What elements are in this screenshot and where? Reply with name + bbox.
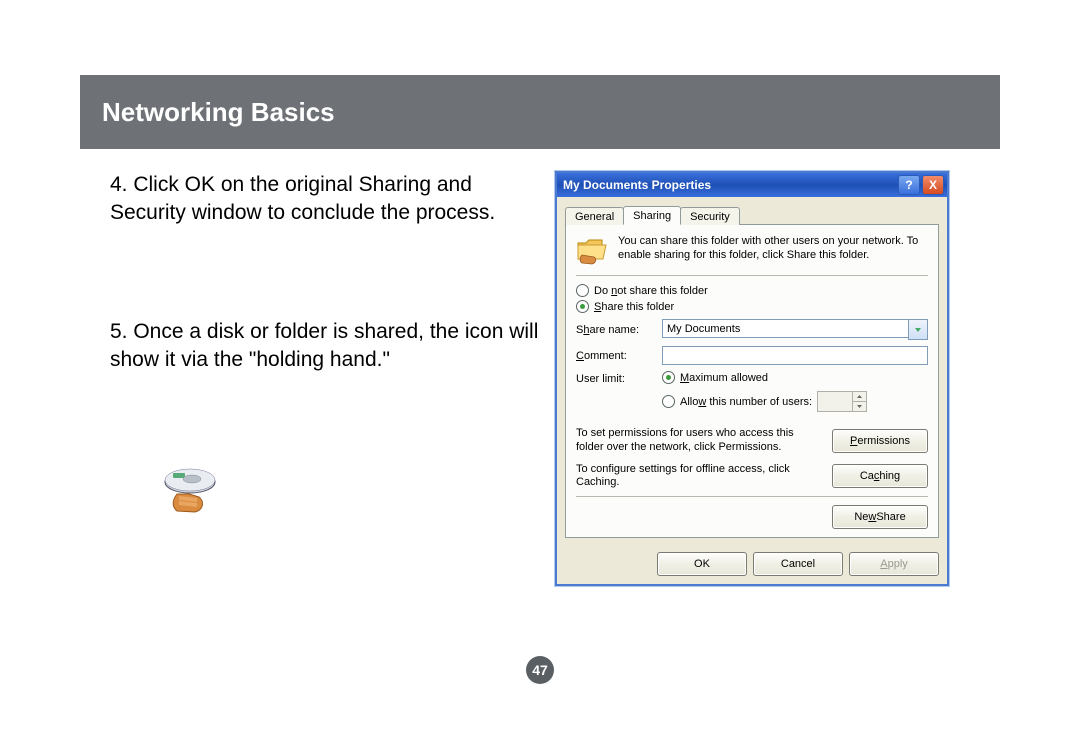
permissions-text: To set permissions for users who access … <box>576 427 822 455</box>
radio-label: Allow this number of users: <box>680 396 812 408</box>
spinner-value <box>818 392 852 411</box>
help-button[interactable]: ? <box>898 175 920 195</box>
radio-icon <box>576 300 589 313</box>
document-page: Networking Basics 4. Click OK on the ori… <box>0 0 1080 750</box>
dialog-titlebar[interactable]: My Documents Properties ? X <box>557 173 947 197</box>
close-icon: X <box>929 178 937 192</box>
tab-security[interactable]: Security <box>680 207 740 225</box>
comment-input[interactable] <box>662 346 928 365</box>
dialog-title: My Documents Properties <box>563 178 896 192</box>
ok-button[interactable]: OK <box>657 552 747 576</box>
radio-do-not-share[interactable]: Do not share this folder <box>576 284 928 297</box>
share-name-row: Share name: <box>576 319 928 340</box>
chevron-up-icon <box>856 394 863 399</box>
dropdown-button[interactable] <box>908 319 928 340</box>
comment-row: Comment: <box>576 346 928 365</box>
intro-row: You can share this folder with other use… <box>576 235 928 265</box>
radio-max-allowed[interactable]: Maximum allowed <box>662 371 928 384</box>
caching-text: To configure settings for offline access… <box>576 463 822 491</box>
radio-icon <box>662 395 675 408</box>
new-share-button[interactable]: New Share <box>832 505 928 529</box>
shared-folder-icon <box>576 235 610 265</box>
page-number-container: 47 <box>0 656 1080 684</box>
radio-allow-number[interactable]: Allow this number of users: <box>662 391 928 412</box>
permissions-row: To set permissions for users who access … <box>576 427 928 455</box>
sharing-panel: You can share this folder with other use… <box>565 225 939 538</box>
share-name-label: Share name: <box>576 324 662 336</box>
spinner-down[interactable] <box>852 402 866 411</box>
instruction-column: 4. Click OK on the original Sharing and … <box>80 171 555 586</box>
user-limit-row: User limit: Maximum allowed Allow this n… <box>576 371 928 419</box>
radio-label: Do not share this folder <box>594 285 708 297</box>
tab-general[interactable]: General <box>565 207 624 225</box>
radio-icon <box>662 371 675 384</box>
slide-body: 4. Click OK on the original Sharing and … <box>80 149 1000 586</box>
user-count-spinner[interactable] <box>817 391 867 412</box>
user-limit-label: User limit: <box>576 371 662 385</box>
radio-label: Share this folder <box>594 301 674 313</box>
slide: Networking Basics 4. Click OK on the ori… <box>80 75 1000 586</box>
section-banner: Networking Basics <box>80 75 1000 149</box>
new-share-row: New Share <box>576 505 928 529</box>
separator <box>576 496 928 497</box>
radio-icon <box>576 284 589 297</box>
radio-share-folder[interactable]: Share this folder <box>576 300 928 313</box>
comment-label: Comment: <box>576 350 662 362</box>
close-button[interactable]: X <box>922 175 944 195</box>
share-name-input[interactable] <box>662 319 908 338</box>
dialog-button-bar: OK Cancel Apply <box>557 544 947 584</box>
page-number: 47 <box>526 656 554 684</box>
section-title: Networking Basics <box>102 97 335 128</box>
caching-button[interactable]: Caching <box>832 464 928 488</box>
caching-row: To configure settings for offline access… <box>576 463 928 491</box>
spinner-arrows <box>852 392 866 411</box>
chevron-down-icon <box>856 404 863 409</box>
holding-hand-icon <box>155 464 225 519</box>
permissions-button[interactable]: Permissions <box>832 429 928 453</box>
properties-dialog: My Documents Properties ? X General Shar… <box>555 171 949 586</box>
share-name-combo[interactable] <box>662 319 928 340</box>
tab-sharing[interactable]: Sharing <box>623 206 681 225</box>
instruction-step-4: 4. Click OK on the original Sharing and … <box>110 171 545 228</box>
instruction-step-5: 5. Once a disk or folder is shared, the … <box>110 318 545 375</box>
cancel-button[interactable]: Cancel <box>753 552 843 576</box>
apply-button[interactable]: Apply <box>849 552 939 576</box>
intro-text: You can share this folder with other use… <box>618 235 928 263</box>
dialog-body: General Sharing Security <box>557 197 947 544</box>
chevron-down-icon <box>914 326 922 334</box>
help-icon: ? <box>905 178 912 192</box>
screenshot-column: My Documents Properties ? X General Shar… <box>555 171 1000 586</box>
spinner-up[interactable] <box>852 392 866 402</box>
tab-strip: General Sharing Security <box>565 203 939 225</box>
separator <box>576 275 928 276</box>
radio-label: Maximum allowed <box>680 372 768 384</box>
user-limit-options: Maximum allowed Allow this number of use… <box>662 371 928 419</box>
